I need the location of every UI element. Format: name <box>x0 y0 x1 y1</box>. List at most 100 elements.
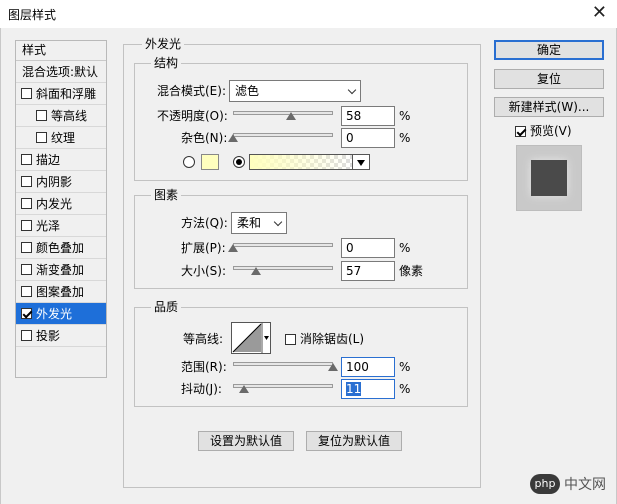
style-item[interactable]: 外发光 <box>16 303 106 325</box>
spread-slider[interactable] <box>228 240 333 252</box>
style-item-label: 等高线 <box>51 108 88 123</box>
size-slider[interactable] <box>233 263 333 275</box>
jitter-slider-thumb[interactable] <box>239 385 249 393</box>
chevron-down-icon <box>273 217 283 227</box>
solid-color-radio[interactable] <box>183 156 195 168</box>
range-slider-track <box>233 362 333 366</box>
jitter-value: 11 <box>346 382 362 396</box>
antialias-box[interactable] <box>285 333 296 345</box>
blend-options-item[interactable]: 混合选项:默认 <box>16 61 106 83</box>
style-item-checkbox[interactable] <box>21 154 32 165</box>
range-slider[interactable] <box>233 359 338 371</box>
spread-label: 扩展(P): <box>181 241 226 255</box>
glow-gradient-swatch[interactable] <box>249 154 353 170</box>
style-item-checkbox[interactable] <box>21 286 32 297</box>
style-item[interactable]: 投影 <box>16 325 106 347</box>
style-item-checkbox[interactable] <box>21 88 32 99</box>
elements-group: 图素 方法(Q): 柔和 扩展(P): 0 % 大小(S): 57 像素 <box>134 188 468 289</box>
style-item-label: 斜面和浮雕 <box>36 86 97 101</box>
opacity-label: 不透明度(O): <box>157 109 228 123</box>
style-item[interactable]: 内阴影 <box>16 171 106 193</box>
style-item-label: 颜色叠加 <box>36 240 85 255</box>
style-item-checkbox[interactable] <box>21 308 32 319</box>
elements-title: 图素 <box>151 188 182 202</box>
gradient-radio[interactable] <box>233 156 245 168</box>
opacity-slider[interactable] <box>233 108 333 120</box>
chevron-down-icon <box>347 85 357 95</box>
glow-color-swatch[interactable] <box>201 154 219 170</box>
style-item-checkbox[interactable] <box>21 264 32 275</box>
style-item[interactable]: 纹理 <box>16 127 106 149</box>
style-item[interactable]: 颜色叠加 <box>16 237 106 259</box>
styles-list-header[interactable]: 样式 <box>16 41 106 61</box>
size-unit: 像素 <box>399 264 424 278</box>
reset-default-button[interactable]: 复位为默认值 <box>306 431 402 451</box>
blend-mode-label: 混合模式(E): <box>157 84 226 98</box>
style-item[interactable]: 斜面和浮雕 <box>16 83 106 105</box>
spread-input[interactable]: 0 <box>341 238 395 258</box>
opacity-slider-track <box>233 111 333 115</box>
size-input[interactable]: 57 <box>341 261 395 281</box>
antialias-label: 消除锯齿(L) <box>300 332 365 346</box>
noise-unit: % <box>399 131 411 145</box>
preview-box[interactable] <box>515 125 526 137</box>
range-slider-thumb[interactable] <box>328 363 338 371</box>
blend-mode-value: 滤色 <box>235 84 260 98</box>
blend-mode-select[interactable]: 滤色 <box>229 80 361 102</box>
gradient-dropdown-icon[interactable] <box>352 154 370 170</box>
antialias-checkbox[interactable]: 消除锯齿(L) <box>285 331 364 347</box>
contour-curve-icon <box>232 323 269 353</box>
size-label: 大小(S): <box>181 264 227 278</box>
spread-slider-thumb[interactable] <box>228 244 238 252</box>
method-value: 柔和 <box>237 216 262 230</box>
contour-label: 等高线: <box>183 332 224 346</box>
jitter-input[interactable]: 11 <box>341 379 395 399</box>
style-item-checkbox[interactable] <box>36 132 47 143</box>
noise-slider[interactable] <box>228 130 333 142</box>
style-item-checkbox[interactable] <box>21 330 32 341</box>
new-style-button[interactable]: 新建样式(W)... <box>494 97 604 117</box>
structure-title: 结构 <box>151 56 182 70</box>
reset-button[interactable]: 复位 <box>494 69 604 89</box>
style-item-checkbox[interactable] <box>36 110 47 121</box>
style-item-checkbox[interactable] <box>21 220 32 231</box>
noise-slider-thumb[interactable] <box>228 134 238 142</box>
make-default-button[interactable]: 设置为默认值 <box>198 431 294 451</box>
size-slider-thumb[interactable] <box>251 267 261 275</box>
structure-group: 结构 混合模式(E): 滤色 不透明度(O): 58 % 杂色(N): 0 % <box>134 56 468 181</box>
size-slider-track <box>233 266 333 270</box>
jitter-slider[interactable] <box>233 381 333 393</box>
quality-title: 品质 <box>151 300 182 314</box>
style-item-label: 描边 <box>36 152 61 167</box>
noise-slider-track <box>233 133 333 137</box>
jitter-label: 抖动(J): <box>181 382 222 396</box>
blend-options-label: 混合选项:默认 <box>22 64 99 79</box>
style-preview <box>516 145 582 211</box>
ok-button[interactable]: 确定 <box>494 40 604 60</box>
opacity-input[interactable]: 58 <box>341 106 395 126</box>
style-item-checkbox[interactable] <box>21 198 32 209</box>
style-item[interactable]: 图案叠加 <box>16 281 106 303</box>
preview-checkbox[interactable]: 预览(V) <box>515 123 572 139</box>
style-item[interactable]: 描边 <box>16 149 106 171</box>
styles-list: 样式 混合选项:默认 斜面和浮雕等高线纹理描边内阴影内发光光泽颜色叠加渐变叠加图… <box>15 40 107 378</box>
contour-picker[interactable] <box>231 322 271 354</box>
style-item[interactable]: 等高线 <box>16 105 106 127</box>
opacity-slider-thumb[interactable] <box>286 112 296 120</box>
range-label: 范围(R): <box>181 360 227 374</box>
method-select[interactable]: 柔和 <box>231 212 287 234</box>
style-item-label: 内发光 <box>36 196 73 211</box>
close-icon[interactable]: ✕ <box>592 3 607 23</box>
style-item[interactable]: 光泽 <box>16 215 106 237</box>
style-item-checkbox[interactable] <box>21 242 32 253</box>
spread-slider-track <box>233 243 333 247</box>
watermark: php 中文网 <box>530 474 606 494</box>
range-input[interactable]: 100 <box>341 357 395 377</box>
outer-glow-title: 外发光 <box>142 37 185 51</box>
style-item-checkbox[interactable] <box>21 176 32 187</box>
noise-input[interactable]: 0 <box>341 128 395 148</box>
style-item[interactable]: 渐变叠加 <box>16 259 106 281</box>
style-item[interactable]: 内发光 <box>16 193 106 215</box>
style-item-label: 光泽 <box>36 218 61 233</box>
window-title: 图层样式 <box>8 8 57 22</box>
